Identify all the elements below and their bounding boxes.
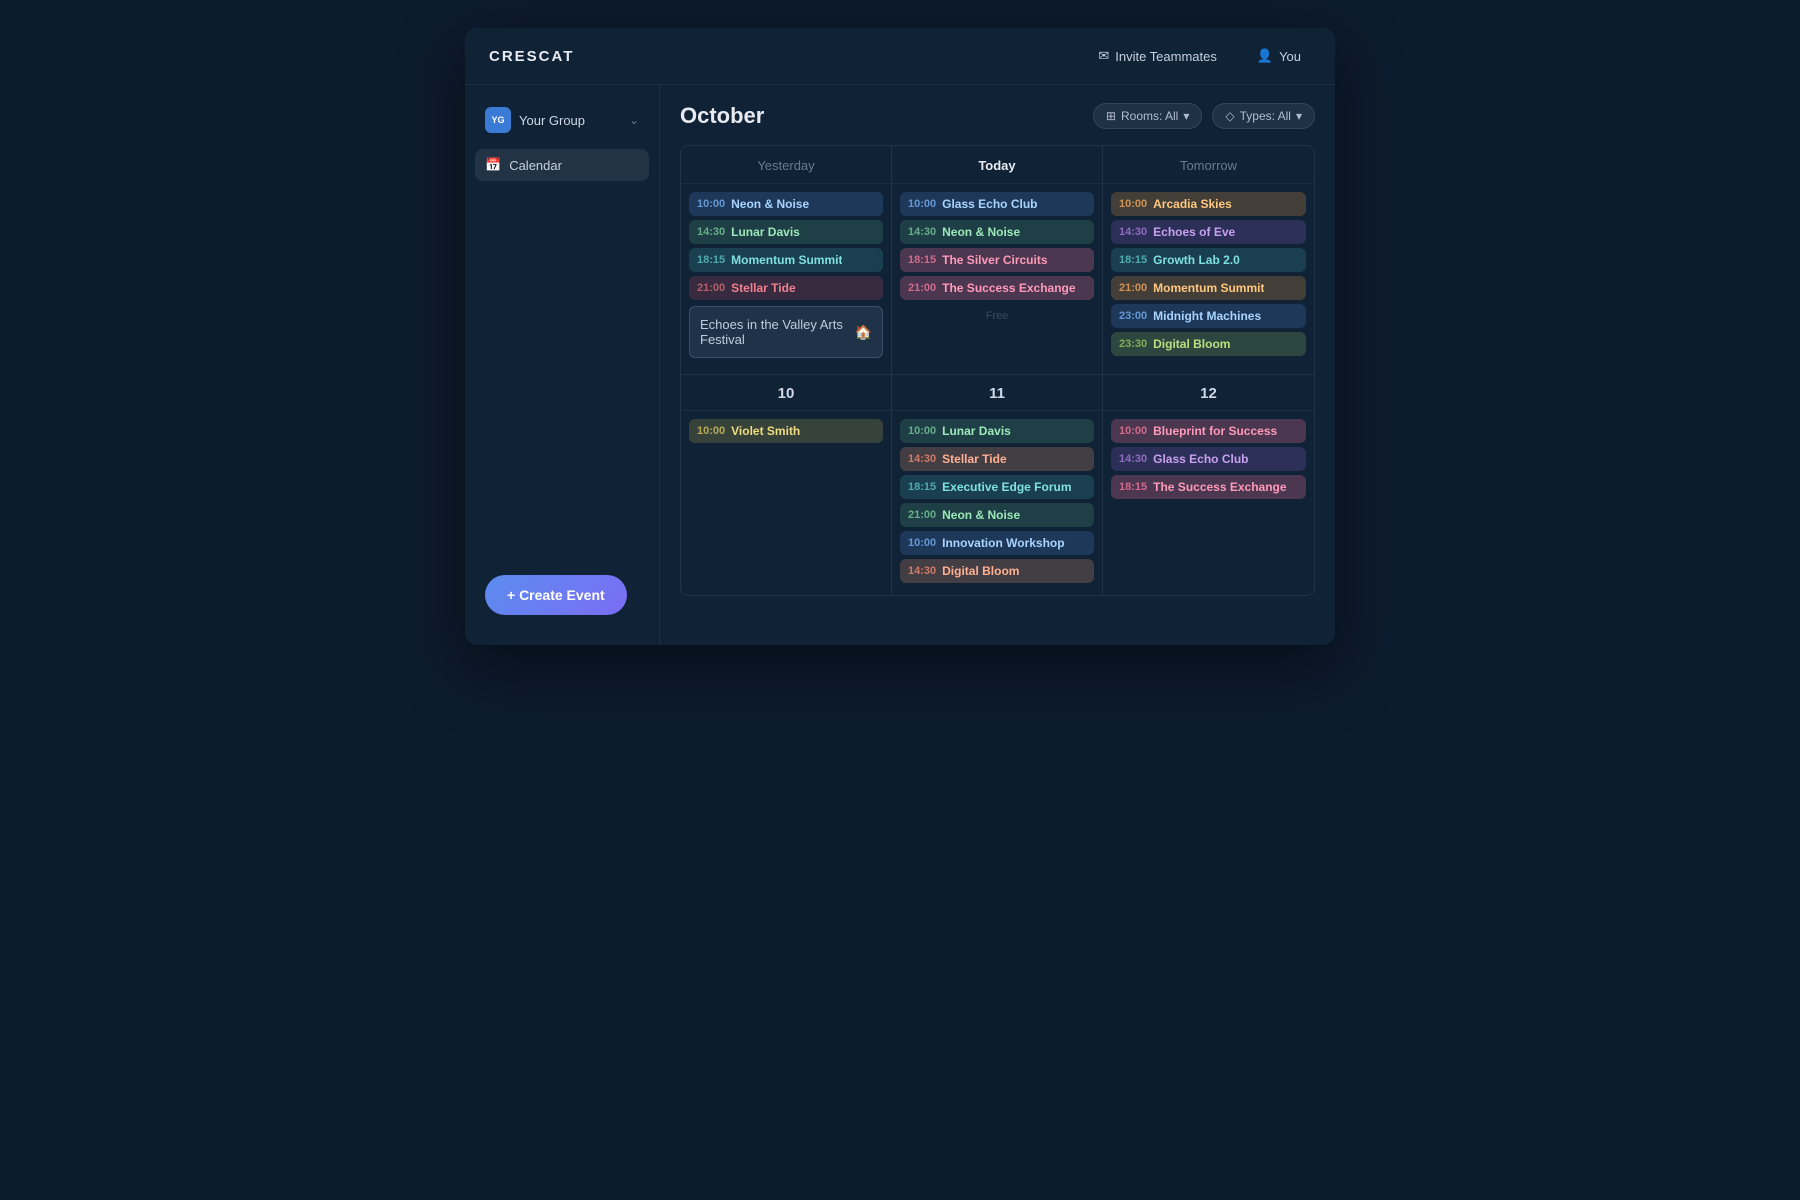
day-11: 11 10:00 Lunar Davis 14:30 Stellar Tide	[892, 375, 1103, 595]
calendar-icon: 📅	[485, 157, 501, 173]
list-item[interactable]: 21:00 The Success Exchange	[900, 276, 1094, 300]
multiday-event[interactable]: Echoes in the Valley Arts Festival 🏠	[689, 306, 883, 358]
main-layout: YG Your Group ⌄ 📅 Calendar + Create Even…	[465, 85, 1335, 645]
list-item[interactable]: 10:00 Innovation Workshop	[900, 531, 1094, 555]
sidebar-item-calendar[interactable]: 📅 Calendar	[475, 149, 649, 181]
list-item[interactable]: 18:15 Growth Lab 2.0	[1111, 248, 1306, 272]
list-item[interactable]: 14:30 Echoes of Eve	[1111, 220, 1306, 244]
list-item[interactable]: 10:00 Blueprint for Success	[1111, 419, 1306, 443]
yesterday-events: 10:00 Neon & Noise 14:30 Lunar Davis 18:…	[681, 192, 891, 300]
create-event-button[interactable]: + Create Event	[485, 575, 627, 615]
day-tomorrow: Tomorrow 10:00 Arcadia Skies 14:30 Echoe…	[1103, 146, 1314, 374]
sidebar: YG Your Group ⌄ 📅 Calendar + Create Even…	[465, 85, 660, 645]
tomorrow-header: Tomorrow	[1103, 146, 1314, 184]
list-item[interactable]: 18:15 The Silver Circuits	[900, 248, 1094, 272]
list-item[interactable]: 21:00 Stellar Tide	[689, 276, 883, 300]
week2-row: 10 10:00 Violet Smith 11	[681, 374, 1314, 595]
calendar-grid: Yesterday 10:00 Neon & Noise 14:30 Lunar…	[680, 145, 1315, 596]
list-item[interactable]: 14:30 Neon & Noise	[900, 220, 1094, 244]
list-item[interactable]: 14:30 Digital Bloom	[900, 559, 1094, 583]
top-bar-actions: ✉ Invite Teammates 👤 You	[1088, 42, 1311, 70]
list-item[interactable]: 10:00 Glass Echo Club	[900, 192, 1094, 216]
chevron-down-icon: ▾	[1183, 109, 1189, 123]
calendar-header: October ⊞ Rooms: All ▾ ◇ Types: All ▾	[680, 103, 1315, 129]
day12-events: 10:00 Blueprint for Success 14:30 Glass …	[1103, 419, 1314, 499]
list-item[interactable]: 10:00 Neon & Noise	[689, 192, 883, 216]
day-yesterday: Yesterday 10:00 Neon & Noise 14:30 Lunar…	[681, 146, 892, 374]
day-today: Today 10:00 Glass Echo Club 14:30 Neon &…	[892, 146, 1103, 374]
group-name: Your Group	[519, 113, 585, 128]
list-item[interactable]: 21:00 Momentum Summit	[1111, 276, 1306, 300]
chevron-icon: ⌄	[629, 113, 639, 127]
week1-row: Yesterday 10:00 Neon & Noise 14:30 Lunar…	[681, 146, 1314, 374]
list-item[interactable]: 23:30 Digital Bloom	[1111, 332, 1306, 356]
today-header: Today	[892, 146, 1102, 184]
user-menu-button[interactable]: 👤 You	[1247, 42, 1311, 70]
group-avatar: YG	[485, 107, 511, 133]
app-window: CRESCAT ✉ Invite Teammates 👤 You YG Your…	[465, 28, 1335, 645]
chevron-down-icon: ▾	[1296, 109, 1302, 123]
invite-teammates-button[interactable]: ✉ Invite Teammates	[1088, 42, 1227, 70]
day10-events: 10:00 Violet Smith	[681, 419, 891, 443]
home-icon: 🏠	[855, 324, 872, 341]
day11-events: 10:00 Lunar Davis 14:30 Stellar Tide 18:…	[892, 419, 1102, 583]
month-title: October	[680, 103, 764, 129]
types-filter-button[interactable]: ◇ Types: All ▾	[1212, 103, 1315, 129]
tomorrow-events: 10:00 Arcadia Skies 14:30 Echoes of Eve …	[1103, 192, 1314, 356]
list-item[interactable]: 23:00 Midnight Machines	[1111, 304, 1306, 328]
list-item[interactable]: 10:00 Lunar Davis	[900, 419, 1094, 443]
list-item[interactable]: 21:00 Neon & Noise	[900, 503, 1094, 527]
user-icon: 👤	[1257, 48, 1273, 64]
list-item[interactable]: 18:15 The Success Exchange	[1111, 475, 1306, 499]
list-item[interactable]: 18:15 Executive Edge Forum	[900, 475, 1094, 499]
group-selector[interactable]: YG Your Group ⌄	[475, 99, 649, 141]
rooms-icon: ⊞	[1106, 109, 1116, 123]
yesterday-header: Yesterday	[681, 146, 891, 184]
day10-header: 10	[681, 375, 891, 411]
calendar-area: October ⊞ Rooms: All ▾ ◇ Types: All ▾	[660, 85, 1335, 645]
list-item[interactable]: 10:00 Arcadia Skies	[1111, 192, 1306, 216]
mail-icon: ✉	[1098, 48, 1109, 64]
list-item[interactable]: 14:30 Lunar Davis	[689, 220, 883, 244]
day12-header: 12	[1103, 375, 1314, 411]
filter-row: ⊞ Rooms: All ▾ ◇ Types: All ▾	[1093, 103, 1315, 129]
free-label: Free	[986, 304, 1009, 328]
app-logo: CRESCAT	[489, 48, 574, 65]
list-item[interactable]: 18:15 Momentum Summit	[689, 248, 883, 272]
list-item[interactable]: 14:30 Stellar Tide	[900, 447, 1094, 471]
day11-header: 11	[892, 375, 1102, 411]
tag-icon: ◇	[1225, 109, 1234, 123]
day-10: 10 10:00 Violet Smith	[681, 375, 892, 595]
top-bar: CRESCAT ✉ Invite Teammates 👤 You	[465, 28, 1335, 85]
day-12: 12 10:00 Blueprint for Success 14:30 Gla…	[1103, 375, 1314, 595]
today-events: 10:00 Glass Echo Club 14:30 Neon & Noise…	[892, 192, 1102, 300]
rooms-filter-button[interactable]: ⊞ Rooms: All ▾	[1093, 103, 1202, 129]
list-item[interactable]: 14:30 Glass Echo Club	[1111, 447, 1306, 471]
list-item[interactable]: 10:00 Violet Smith	[689, 419, 883, 443]
